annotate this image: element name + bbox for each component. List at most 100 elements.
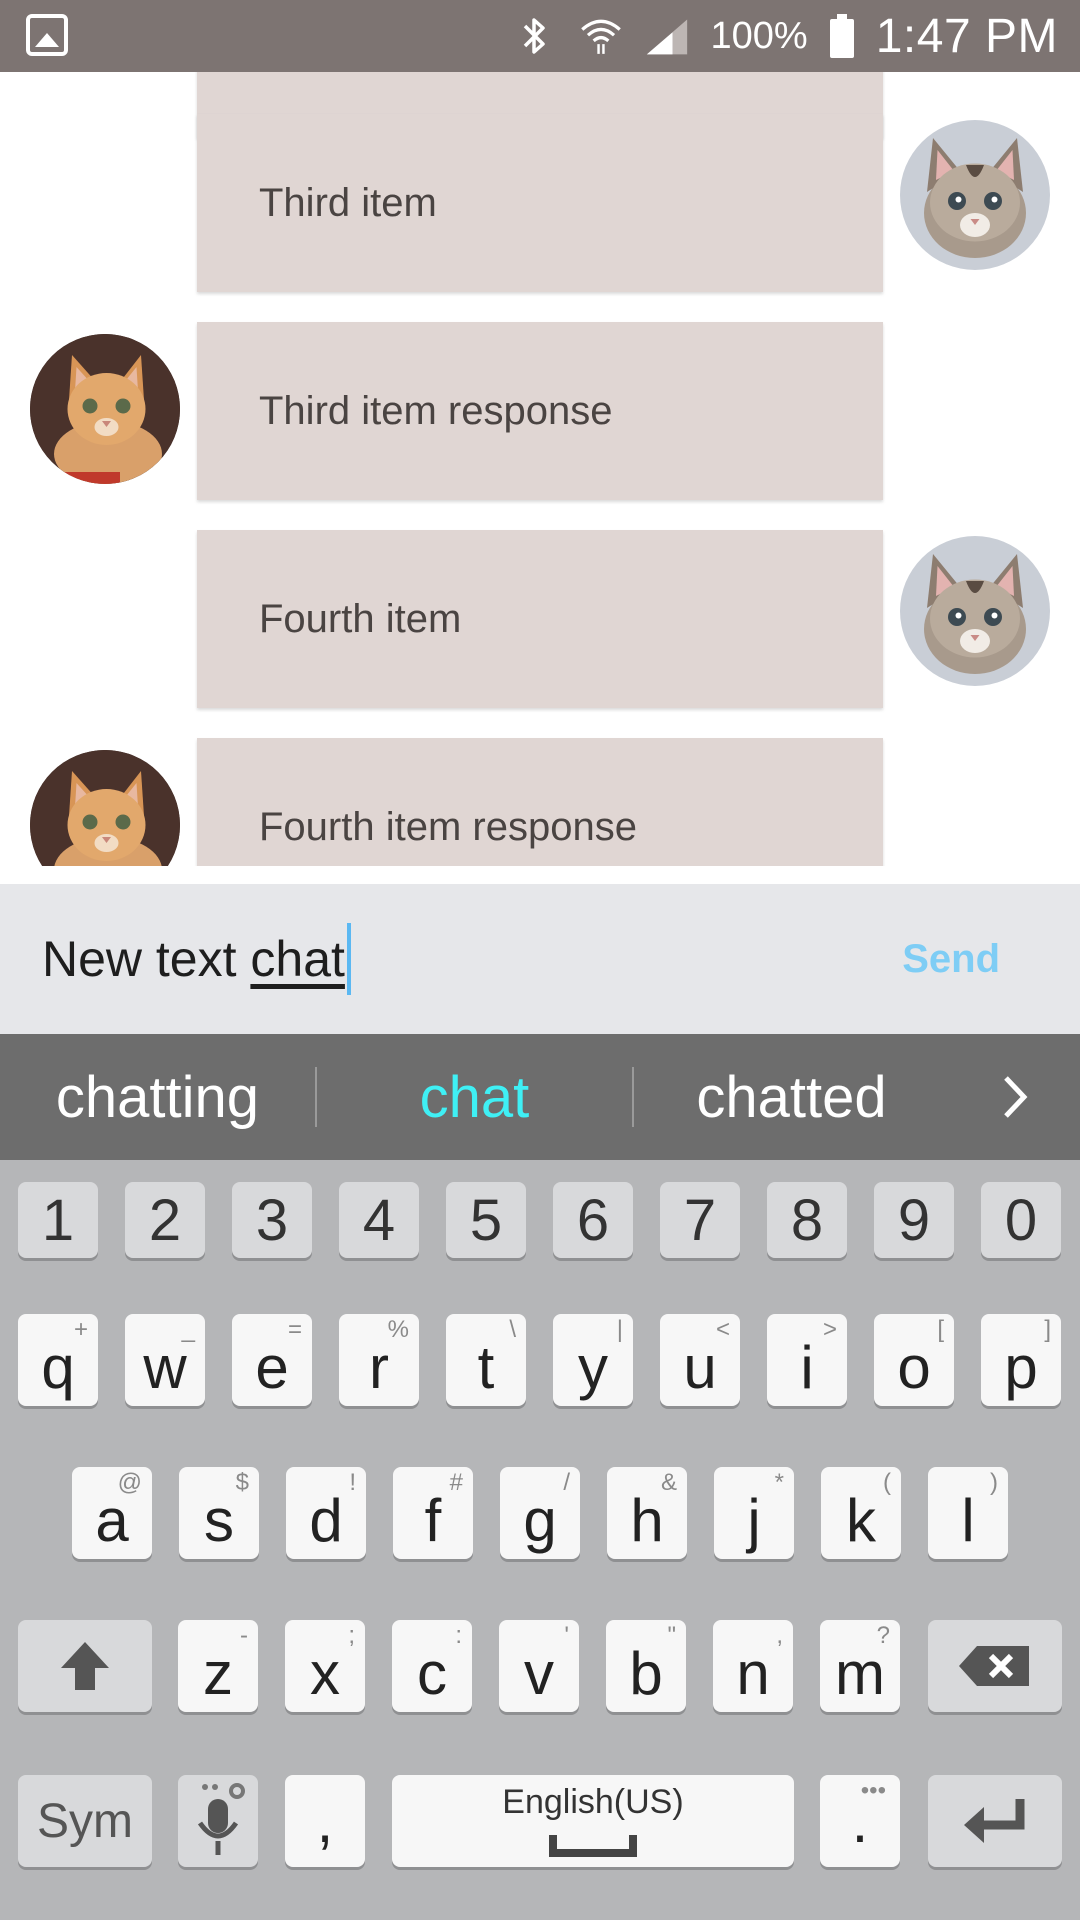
key-v[interactable]: v ' [499, 1620, 579, 1712]
key-z[interactable]: z- [178, 1620, 258, 1712]
key-l[interactable]: l) [928, 1467, 1008, 1559]
key-p-label: p [1004, 1333, 1038, 1401]
chat-list[interactable]: Third item Third item response Fourth it… [0, 72, 1080, 866]
key-9[interactable]: 9 [874, 1182, 954, 1258]
key-g[interactable]: g / [500, 1467, 580, 1559]
key-f-label: f [424, 1486, 442, 1554]
key-a[interactable]: a @ [72, 1467, 152, 1559]
message-bubble[interactable]: Third item [197, 114, 883, 292]
key-3[interactable]: 3 [232, 1182, 312, 1258]
key-u[interactable]: u < [660, 1314, 740, 1406]
suggestion-item[interactable]: chatted [634, 1064, 949, 1131]
key-b[interactable]: b " [606, 1620, 686, 1712]
key-x[interactable]: x; [285, 1620, 365, 1712]
cell-signal-icon [645, 14, 689, 58]
key-q[interactable]: q + [18, 1314, 98, 1406]
key-k[interactable]: k( [821, 1467, 901, 1559]
microphone-icon [197, 1783, 245, 1855]
key-s[interactable]: s $ [179, 1467, 259, 1559]
enter-key[interactable] [928, 1775, 1062, 1867]
message-bubble[interactable]: Fourth item [197, 530, 883, 708]
sym-key-label: Sym [37, 1794, 133, 1848]
keyboard: 1 2 3 4 5 6 7 8 9 0 q + w _ e = r% t \ y | u < i > o[ p] a @ s $ d! f # g /… [0, 1160, 1080, 1920]
typed-text: New text [42, 931, 251, 987]
message-text: Fourth item [259, 596, 462, 641]
key-j[interactable]: j * [714, 1467, 794, 1559]
key-a-hint: @ [117, 1469, 142, 1496]
key-d[interactable]: d! [286, 1467, 366, 1559]
key-0[interactable]: 0 [981, 1182, 1061, 1258]
key-1[interactable]: 1 [18, 1182, 98, 1258]
key-z-hint: - [240, 1622, 248, 1649]
key-w-label: w [143, 1333, 187, 1401]
more-suggestions-button[interactable] [949, 1072, 1080, 1122]
status-icons: 100% 1:47 PM [513, 0, 1058, 72]
key-u-label: u [683, 1333, 717, 1401]
message-bubble[interactable]: Fourth item response [197, 738, 883, 866]
text-cursor [346, 923, 351, 995]
key-4-label: 4 [362, 1187, 396, 1253]
key-f[interactable]: f # [393, 1467, 473, 1559]
key-l-hint: ) [990, 1469, 998, 1496]
key-e[interactable]: e = [232, 1314, 312, 1406]
key-i[interactable]: i > [767, 1314, 847, 1406]
key-m[interactable]: m? [820, 1620, 900, 1712]
space-bar-icon [549, 1835, 637, 1857]
key-i-label: i [800, 1333, 814, 1401]
sym-key[interactable]: Sym [18, 1775, 152, 1867]
message-text: Third item response [259, 388, 613, 433]
key-7-label: 7 [683, 1187, 717, 1253]
key-h[interactable]: h & [607, 1467, 687, 1559]
key-8[interactable]: 8 [767, 1182, 847, 1258]
key-7[interactable]: 7 [660, 1182, 740, 1258]
status-bar: 100% 1:47 PM [0, 0, 1080, 72]
backspace-icon [959, 1646, 1029, 1686]
key-n-hint: , [776, 1622, 783, 1649]
key-4[interactable]: 4 [339, 1182, 419, 1258]
key-p[interactable]: p] [981, 1314, 1061, 1406]
key-c-label: c [417, 1639, 447, 1707]
backspace-key[interactable] [928, 1620, 1062, 1712]
suggestion-strip: chatting chat chatted [0, 1034, 1080, 1160]
space-key[interactable]: English(US) [392, 1775, 794, 1867]
key-w[interactable]: w _ [125, 1314, 205, 1406]
key-t[interactable]: t \ [446, 1314, 526, 1406]
key-y[interactable]: y | [553, 1314, 633, 1406]
key-5[interactable]: 5 [446, 1182, 526, 1258]
key-b-label: b [629, 1639, 663, 1707]
cat-avatar-right[interactable] [900, 536, 1050, 686]
key-z-label: z [203, 1639, 233, 1707]
key-n-label: n [736, 1639, 770, 1707]
key-o-hint: [ [937, 1316, 944, 1343]
key-3-label: 3 [255, 1187, 289, 1253]
voice-input-key[interactable] [178, 1775, 258, 1867]
key-h-label: h [630, 1486, 664, 1554]
message-bubble[interactable]: Third item response [197, 322, 883, 500]
battery-percent: 100% [710, 14, 808, 57]
key-0-label: 0 [1004, 1187, 1038, 1253]
key-y-label: y [578, 1333, 608, 1401]
chevron-right-icon [1003, 1076, 1027, 1118]
key-5-label: 5 [469, 1187, 503, 1253]
key-k-hint: ( [883, 1469, 891, 1496]
period-key[interactable]: . ••• [820, 1775, 900, 1867]
wifi-icon [579, 14, 623, 58]
message-input[interactable]: New text chat [42, 884, 351, 1034]
key-p-hint: ] [1044, 1316, 1051, 1343]
key-n[interactable]: n, [713, 1620, 793, 1712]
key-2[interactable]: 2 [125, 1182, 205, 1258]
suggestion-item[interactable]: chatting [0, 1064, 315, 1131]
send-button[interactable]: Send [902, 884, 1000, 1034]
more-punctuation-icon: ••• [860, 1777, 886, 1804]
shift-key[interactable] [18, 1620, 152, 1712]
key-c[interactable]: c: [392, 1620, 472, 1712]
key-o[interactable]: o[ [874, 1314, 954, 1406]
comma-key[interactable]: , [285, 1775, 365, 1867]
cat-avatar-right[interactable] [900, 120, 1050, 270]
suggestion-item-selected[interactable]: chat [317, 1064, 632, 1131]
cat-avatar-left[interactable] [30, 750, 180, 866]
key-r[interactable]: r% [339, 1314, 419, 1406]
cat-avatar-left[interactable] [30, 334, 180, 484]
key-6[interactable]: 6 [553, 1182, 633, 1258]
gallery-notification-icon [26, 14, 68, 56]
